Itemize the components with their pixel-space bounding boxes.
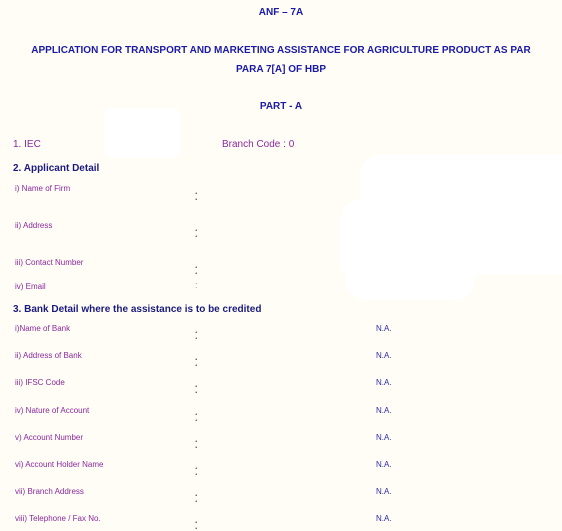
- field-separator: ..: [195, 461, 198, 477]
- field-row: viii) Telephone / Fax No. .. N.A.: [0, 514, 562, 531]
- field-row: iii) Contact Number ..: [0, 258, 562, 276]
- branch-code: Branch Code : 0: [222, 139, 295, 150]
- form-title: APPLICATION FOR TRANSPORT AND MARKETING …: [0, 41, 562, 79]
- form-title-line-1: APPLICATION FOR TRANSPORT AND MARKETING …: [31, 45, 531, 56]
- field-row: ii) Address ..: [0, 221, 562, 239]
- field-label: i) Name of Firm: [15, 184, 71, 193]
- iec-row: 1. IEC Branch Code : 0: [0, 139, 562, 155]
- field-row: iv) Nature of Account .. N.A.: [0, 406, 562, 423]
- field-value: N.A.: [376, 406, 392, 415]
- iec-label: 1. IEC: [13, 139, 41, 150]
- field-row: iv) Email :: [0, 280, 562, 298]
- field-value: N.A.: [376, 487, 392, 496]
- field-separator: ..: [195, 379, 198, 395]
- field-label: v) Account Number: [15, 433, 84, 442]
- field-row: v) Account Number .. N.A.: [0, 433, 562, 450]
- field-value: N.A.: [376, 351, 392, 360]
- field-label: ii) Address: [15, 221, 53, 230]
- field-label: iv) Nature of Account: [15, 406, 90, 415]
- field-value: N.A.: [376, 324, 392, 333]
- bank-section: 3. Bank Detail where the assistance is t…: [0, 304, 562, 320]
- field-separator: ..: [195, 407, 198, 423]
- field-separator: ..: [195, 352, 198, 368]
- field-separator: ..: [195, 186, 198, 202]
- field-row: iii) IFSC Code .. N.A.: [0, 378, 562, 395]
- field-separator: ..: [195, 515, 198, 531]
- field-label: iii) IFSC Code: [15, 378, 65, 387]
- field-value: N.A.: [376, 378, 392, 387]
- field-separator: ..: [195, 260, 198, 276]
- field-row: ii) Address of Bank .. N.A.: [0, 351, 562, 368]
- bank-heading: 3. Bank Detail where the assistance is t…: [13, 304, 262, 315]
- field-row: i) Name of Firm ..: [0, 184, 562, 202]
- field-separator: ..: [195, 223, 198, 239]
- field-value: N.A.: [376, 514, 392, 523]
- field-value: N.A.: [376, 433, 392, 442]
- field-value: N.A.: [376, 460, 392, 469]
- form-title-line-2: PARA 7[A] OF HBP: [236, 64, 326, 75]
- field-separator: ..: [195, 434, 198, 450]
- field-row: i)Name of Bank .. N.A.: [0, 324, 562, 341]
- field-separator: ..: [195, 325, 198, 341]
- field-label: vii) Branch Address: [15, 487, 84, 496]
- form-code: ANF – 7A: [258, 7, 304, 18]
- field-label: vi) Account Holder Name: [15, 460, 104, 469]
- field-label: i)Name of Bank: [15, 324, 71, 333]
- part-heading: PART - A: [259, 101, 303, 112]
- field-label: iii) Contact Number: [15, 258, 84, 267]
- field-label: ii) Address of Bank: [15, 351, 82, 360]
- field-label: viii) Telephone / Fax No.: [15, 514, 101, 523]
- field-row: vii) Branch Address .. N.A.: [0, 487, 562, 504]
- field-label: iv) Email: [15, 282, 46, 291]
- applicant-section: 2. Applicant Detail: [0, 163, 562, 179]
- applicant-heading: 2. Applicant Detail: [13, 163, 100, 174]
- field-separator: :: [195, 280, 198, 290]
- field-row: vi) Account Holder Name .. N.A.: [0, 460, 562, 477]
- field-separator: ..: [195, 488, 198, 504]
